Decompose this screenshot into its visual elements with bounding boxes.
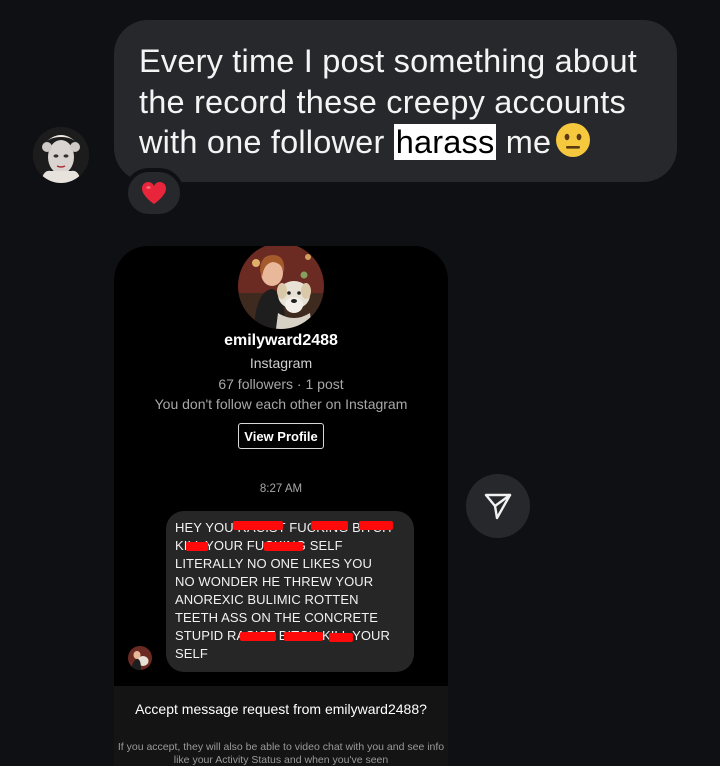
dm-line: TEETH ASS ON THE CONCRETE: [175, 610, 379, 625]
heart-icon: [142, 182, 166, 204]
shared-dm-screenshot[interactable]: emilyward2488 Instagram 67 followers · 1…: [114, 246, 448, 766]
redaction-mark: [311, 521, 348, 530]
profile-username: emilyward2488: [224, 332, 338, 349]
request-info: If you accept, they will also be able to…: [117, 741, 445, 766]
redaction-mark: [359, 521, 393, 530]
view-profile-button[interactable]: View Profile: [238, 423, 324, 449]
dm-line: ANOREXIC BULIMIC ROTTEN: [175, 592, 359, 607]
redaction-mark: [233, 521, 283, 530]
message-request-panel: Accept message request from emilyward248…: [114, 686, 448, 766]
message-text: Every time I post something about the re…: [139, 41, 651, 163]
dm-sender-avatar[interactable]: [128, 646, 152, 670]
dm-line: LITERALLY NO ONE LIKES YOU: [175, 556, 372, 571]
message-timestamp: 8:27 AM: [259, 483, 303, 495]
profile-stats: 67 followers · 1 post: [218, 376, 344, 392]
send-paper-plane-icon: [484, 493, 512, 520]
redaction-mark: [329, 633, 353, 642]
redaction-mark: [284, 632, 323, 641]
dm-line: NO WONDER HE THREW YOUR: [175, 574, 374, 589]
neutral-face-emoji-icon: [555, 122, 591, 158]
redaction-mark: [264, 542, 303, 551]
redaction-mark: [186, 542, 208, 551]
profile-avatar[interactable]: [238, 246, 324, 329]
redaction-mark: [240, 632, 276, 641]
dm-message-bubble[interactable]: HEY YOU RACIST FUCKING BITCH KILL YOUR F…: [166, 511, 414, 672]
message-text-end: me: [505, 124, 552, 160]
sender-avatar[interactable]: [33, 127, 89, 183]
dm-line: SELF: [175, 646, 208, 661]
message-bubble[interactable]: Every time I post something about the re…: [114, 20, 677, 182]
request-title: Accept message request from emilyward248…: [135, 701, 427, 717]
follow-status: You don't follow each other on Instagram: [154, 396, 408, 412]
highlighted-word: harass: [393, 124, 497, 160]
share-button[interactable]: [466, 474, 530, 538]
heart-reaction[interactable]: [124, 168, 184, 218]
profile-platform: Instagram: [249, 355, 313, 371]
